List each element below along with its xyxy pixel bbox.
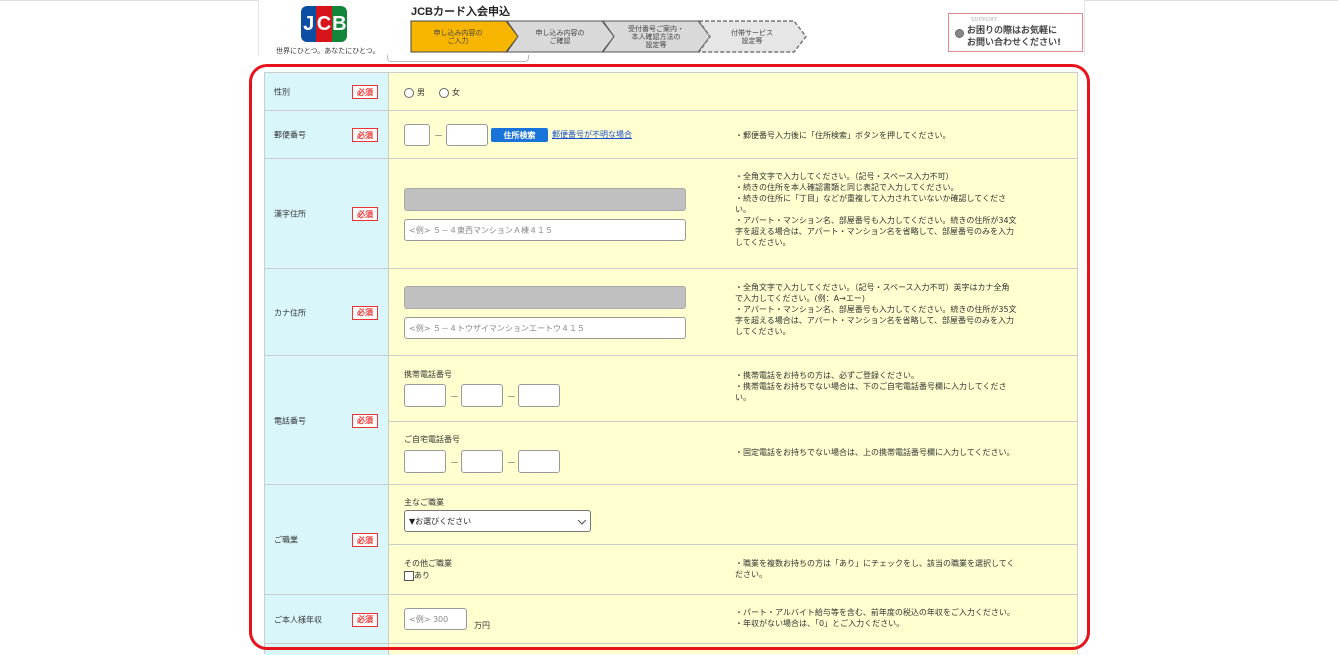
logo-letter-j: J bbox=[301, 6, 317, 42]
main-occupation-value: ▼お選びください bbox=[409, 516, 472, 526]
required-badge: 必須 bbox=[352, 533, 378, 547]
kana-address-label: カナ住所 bbox=[274, 308, 306, 317]
income-note: ・パート・アルバイト給与等を含む、前年度の税込の年収をご入力ください。 ・年収が… bbox=[735, 608, 1015, 628]
main-occupation-select[interactable]: ▼お選びください bbox=[404, 510, 591, 532]
row-postal: 郵便番号 必須 － 住所検索 郵便番号が不明な場合 ・郵便番号入力後に「住所検索… bbox=[265, 110, 1077, 159]
kanji-address-input[interactable]: <例> ５－４東西マンションＡ棟４１５ bbox=[404, 219, 686, 241]
other-occupation-checkbox[interactable] bbox=[404, 571, 414, 581]
row-kanji-address: 漢字住所 必須 <例> ５－４東西マンションＡ棟４１５ ・全角文字で入力してくだ… bbox=[265, 158, 1077, 269]
phone-separator: － bbox=[450, 459, 460, 469]
postal-code-first-input[interactable] bbox=[404, 124, 430, 146]
home-phone-subrow: ご自宅電話番号 － － ・固定電話をお持ちでない場合は、上の携帯電話番号欄に入力… bbox=[389, 421, 1077, 485]
kana-address-input[interactable]: <例> ５－４トウザイマンションエートウ４１５ bbox=[404, 317, 686, 339]
row-gender: 性別 必須 男 女 bbox=[265, 72, 1077, 111]
required-badge: 必須 bbox=[352, 128, 378, 142]
home-phone-part3-input[interactable] bbox=[518, 450, 560, 473]
help-line2: お問い合わせください! bbox=[967, 38, 1062, 48]
step-confirm: 申し込み内容の ご確認 bbox=[506, 20, 616, 53]
mobile-phone-part1-input[interactable] bbox=[404, 384, 446, 407]
chevron-down-icon bbox=[577, 516, 587, 525]
step-receipt-line1: 受付番号ご案内・ bbox=[628, 24, 684, 33]
brand-slogan: 世界にひとつ。あなたにひとつ。 bbox=[276, 47, 380, 55]
mobile-phone-note: ・携帯電話をお持ちの方は、必ずご登録ください。 ・携帯電話をお持ちでない場合は、… bbox=[735, 371, 1007, 402]
application-form: 性別 必須 男 女 郵便番号 必須 － 住所検索 郵便番号が不明な場合 ・郵便番… bbox=[264, 72, 1078, 655]
other-occupation-label: その他ご職業 bbox=[404, 559, 452, 568]
step-input: 申し込み内容の ご入力 bbox=[410, 20, 520, 53]
kana-address-prefilled-field bbox=[404, 286, 686, 309]
help-contact-banner[interactable]: SUPPORT お困りの際はお気軽に お問い合わせください! bbox=[948, 13, 1083, 52]
step-services-line2: 設定等 bbox=[741, 36, 763, 45]
postal-unknown-link[interactable]: 郵便番号が不明な場合 bbox=[552, 129, 632, 140]
step-receipt-line2: 本人確認方法の bbox=[631, 32, 681, 41]
info-dot-icon bbox=[955, 29, 964, 38]
kanji-address-note: ・全角文字で入力してください。（記号・スペース入力不可） ・続きの住所を本人確認… bbox=[735, 172, 1017, 247]
home-phone-part1-input[interactable] bbox=[404, 450, 446, 473]
row-next-partial bbox=[265, 643, 1077, 655]
required-badge: 必須 bbox=[352, 305, 378, 320]
logo-letter-b: B bbox=[331, 6, 347, 42]
previous-field-edge bbox=[387, 55, 529, 62]
row-kana-address: カナ住所 必須 <例> ５－４トウザイマンションエートウ４１５ ・全角文字で入力… bbox=[265, 268, 1077, 356]
required-badge: 必須 bbox=[352, 207, 378, 221]
postal-label: 郵便番号 bbox=[274, 130, 306, 140]
jcb-logo: J C B bbox=[301, 6, 347, 42]
other-occupation-check-label[interactable]: あり bbox=[414, 570, 430, 581]
income-input[interactable]: <例> 300 bbox=[404, 608, 467, 630]
step-input-line2: ご入力 bbox=[447, 36, 469, 45]
step-input-line1: 申し込み内容の bbox=[433, 28, 483, 37]
kana-address-note: ・全角文字で入力してください。（記号・スペース入力不可）英字はカナ全角 で入力し… bbox=[735, 283, 1017, 336]
occupation-label: ご職業 bbox=[274, 535, 298, 545]
phone-label: 電話番号 bbox=[274, 416, 306, 425]
row-occupation: ご職業 必須 主なご職業 ▼お選びください その他ご職業 あり ・職業を複数お持… bbox=[265, 484, 1077, 595]
required-badge: 必須 bbox=[352, 413, 378, 428]
mobile-phone-part2-input[interactable] bbox=[461, 384, 503, 407]
required-badge: 必須 bbox=[352, 612, 378, 627]
row-income: ご本人様年収 必須 <例> 300 万円 ・パート・アルバイト給与等を含む、前年… bbox=[265, 594, 1077, 644]
logo-letter-c: C bbox=[316, 6, 332, 42]
other-occupation-subrow: その他ご職業 あり ・職業を複数お持ちの方は「あり」にチェックをし、該当の職業を… bbox=[389, 544, 1077, 595]
phone-separator: － bbox=[507, 393, 517, 403]
home-phone-label: ご自宅電話番号 bbox=[404, 435, 460, 444]
phone-separator: － bbox=[507, 459, 517, 469]
gender-female-radio[interactable] bbox=[439, 88, 449, 98]
step-services: 付帯サービス 設定等 bbox=[698, 20, 808, 53]
income-label: ご本人様年収 bbox=[274, 615, 322, 624]
gender-female-label[interactable]: 女 bbox=[452, 87, 460, 98]
kanji-address-prefilled-field bbox=[404, 188, 686, 211]
main-occupation-label: 主なご職業 bbox=[404, 498, 444, 507]
step-receipt-line3: 設定等 bbox=[645, 40, 667, 49]
mobile-phone-label: 携帯電話番号 bbox=[404, 370, 452, 379]
postal-separator: － bbox=[434, 132, 444, 142]
kanji-address-label: 漢字住所 bbox=[274, 209, 306, 219]
home-phone-part2-input[interactable] bbox=[461, 450, 503, 473]
help-line1: お困りの際はお気軽に bbox=[967, 26, 1058, 36]
occupation-note: ・職業を複数お持ちの方は「あり」にチェックをし、該当の職業を選択してく ださい。 bbox=[735, 559, 1015, 579]
row-phone: 電話番号 必須 携帯電話番号 － － ・携帯電話をお持ちの方は、必ずご登録くださ… bbox=[265, 355, 1077, 485]
mobile-phone-part3-input[interactable] bbox=[518, 384, 560, 407]
gender-label: 性別 bbox=[274, 87, 290, 97]
step-confirm-line1: 申し込み内容の bbox=[535, 28, 585, 37]
required-badge: 必須 bbox=[352, 85, 378, 99]
gender-male-label[interactable]: 男 bbox=[417, 87, 425, 98]
step-receipt: 受付番号ご案内・ 本人確認方法の 設定等 bbox=[602, 20, 712, 53]
postal-note: ・郵便番号入力後に「住所検索」ボタンを押してください。 bbox=[735, 131, 951, 140]
step-confirm-line2: ご確認 bbox=[549, 36, 571, 45]
gender-male-radio[interactable] bbox=[404, 88, 414, 98]
home-phone-note: ・固定電話をお持ちでない場合は、上の携帯電話番号欄に入力してください。 bbox=[735, 448, 1015, 457]
help-sup-label: SUPPORT bbox=[971, 17, 998, 23]
phone-separator: － bbox=[450, 393, 460, 403]
address-search-button[interactable]: 住所検索 bbox=[491, 128, 548, 142]
income-unit: 万円 bbox=[474, 621, 490, 630]
page-title: JCBカード入会申込 bbox=[411, 6, 511, 18]
step-services-line1: 付帯サービス bbox=[731, 28, 773, 37]
postal-code-second-input[interactable] bbox=[446, 124, 488, 146]
